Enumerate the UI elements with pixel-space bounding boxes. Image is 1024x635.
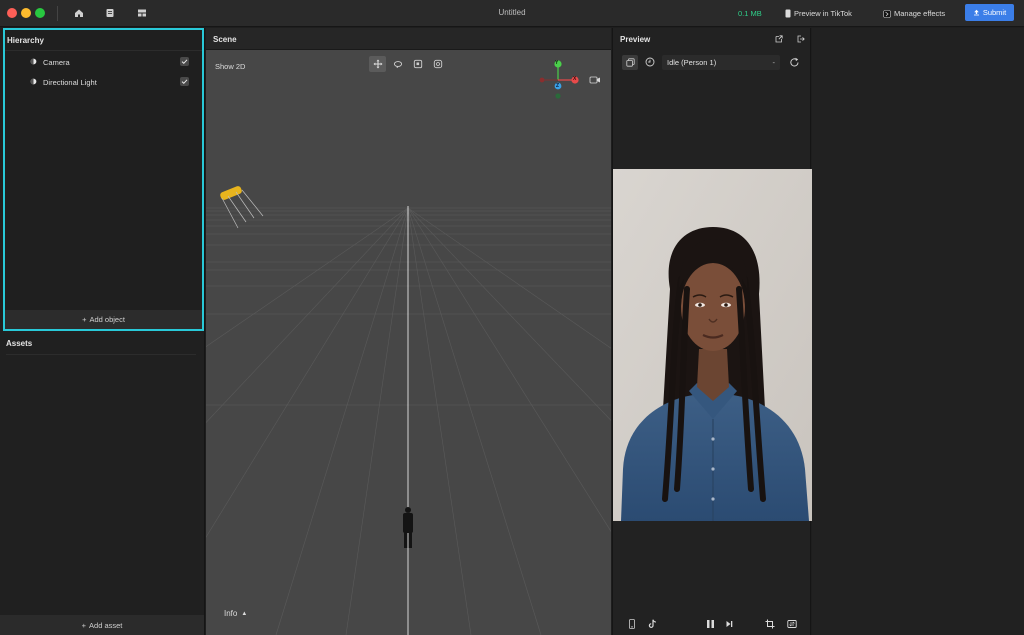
pop-out-icon[interactable]: [775, 35, 783, 43]
add-asset-button[interactable]: + Add asset: [0, 615, 204, 635]
object-icon: [30, 58, 37, 65]
tiktok-icon[interactable]: [647, 618, 657, 629]
object-icon: [30, 78, 37, 85]
step-forward-icon[interactable]: [724, 618, 734, 629]
left-sidebar: Hierarchy Camera Directional Light + Add…: [0, 28, 205, 635]
close-window-button[interactable]: [7, 8, 17, 18]
move-tool-button[interactable]: [369, 56, 386, 72]
show-2d-toggle[interactable]: Show 2D: [215, 62, 245, 71]
dropdown-caret-icon: -: [772, 58, 776, 67]
layers-icon: [625, 58, 635, 67]
info-toggle[interactable]: Info ▲: [224, 609, 247, 618]
effects-icon: [883, 9, 891, 18]
checkmark-icon: [181, 79, 188, 85]
phone-icon[interactable]: [627, 618, 637, 629]
preview-in-tiktok-label: Preview in TikTok: [794, 9, 852, 18]
title-bar: Untitled 0.1 MB Preview in TikTok Manage…: [0, 0, 1024, 27]
add-object-label: Add object: [89, 315, 125, 324]
scale-icon: [413, 59, 422, 69]
caret-up-icon: ▲: [241, 610, 248, 617]
visibility-checkbox[interactable]: [180, 77, 189, 86]
plus-icon: +: [81, 620, 87, 630]
preview-panel: Preview Idle (Person 1) -: [612, 28, 812, 635]
person-portrait: [613, 169, 812, 521]
manage-effects-button[interactable]: Manage effects: [883, 6, 945, 21]
window-title: Untitled: [498, 8, 526, 17]
rect-tool-button[interactable]: [429, 56, 446, 72]
scene-header: Scene: [206, 28, 611, 50]
upload-icon: [973, 9, 979, 16]
rect-transform-icon: [433, 59, 442, 69]
add-object-button[interactable]: + Add object: [5, 310, 202, 329]
add-asset-label: Add asset: [89, 620, 123, 630]
inspector-panel: [812, 28, 1024, 635]
rotate-tool-button[interactable]: [389, 56, 406, 72]
crop-icon[interactable]: [765, 618, 775, 629]
camera-view-icon: [589, 76, 600, 84]
manage-effects-label: Manage effects: [894, 9, 946, 18]
info-label: Info: [224, 609, 238, 618]
scale-tool-button[interactable]: [409, 56, 426, 72]
project-size-label: 0.1 MB: [738, 9, 762, 18]
preview-in-tiktok-button[interactable]: Preview in TikTok: [785, 6, 852, 21]
layers-button[interactable]: [622, 55, 638, 70]
pause-icon[interactable]: [705, 618, 715, 629]
move-icon: [373, 59, 382, 69]
transform-toolbar: [369, 56, 446, 72]
preview-title: Preview: [620, 35, 651, 44]
submit-button[interactable]: Submit: [965, 4, 1014, 21]
submit-label: Submit: [982, 8, 1007, 17]
hierarchy-item-label: Camera: [43, 58, 70, 67]
switch-camera-icon[interactable]: [787, 618, 797, 629]
preview-camera-image: [613, 169, 812, 521]
exit-preview-icon[interactable]: [797, 35, 805, 43]
hierarchy-item-directional-light[interactable]: Directional Light: [5, 74, 202, 90]
hierarchy-title: Hierarchy: [7, 36, 44, 45]
preview-controls: [613, 616, 812, 632]
refresh-icon[interactable]: [789, 57, 800, 68]
checkmark-icon: [181, 59, 188, 65]
plus-icon: +: [82, 315, 87, 324]
rotate-icon: [393, 61, 402, 68]
hierarchy-divider: [5, 50, 202, 51]
hierarchy-item-camera[interactable]: Camera: [5, 54, 202, 70]
document-icon[interactable]: [104, 7, 116, 19]
axis-label-z: Z: [556, 83, 560, 89]
hierarchy-panel: Hierarchy Camera Directional Light + Add…: [3, 28, 204, 331]
minimize-window-button[interactable]: [21, 8, 31, 18]
zoom-window-button[interactable]: [35, 8, 45, 18]
scene-grid: [206, 60, 611, 635]
scene-title: Scene: [213, 35, 237, 44]
visibility-checkbox[interactable]: [180, 57, 189, 66]
toolbar-divider: [57, 6, 58, 21]
axis-label-x: X: [573, 76, 577, 82]
preview-toolbar: Idle (Person 1) -: [613, 52, 812, 74]
animation-select-value: Idle (Person 1): [667, 58, 717, 67]
assets-divider: [6, 354, 196, 355]
timer-icon[interactable]: [645, 57, 655, 67]
phone-icon: [785, 9, 791, 18]
hierarchy-item-label: Directional Light: [43, 78, 97, 87]
axis-label-y: Y: [555, 60, 559, 66]
scene-viewport[interactable]: Y X Z Show 2D Info ▲: [206, 50, 611, 635]
home-icon[interactable]: [73, 7, 85, 19]
assets-title: Assets: [6, 339, 33, 348]
directional-light-gizmo: [220, 186, 264, 229]
layout-icon[interactable]: [136, 7, 148, 19]
animation-select[interactable]: Idle (Person 1) -: [662, 55, 780, 70]
